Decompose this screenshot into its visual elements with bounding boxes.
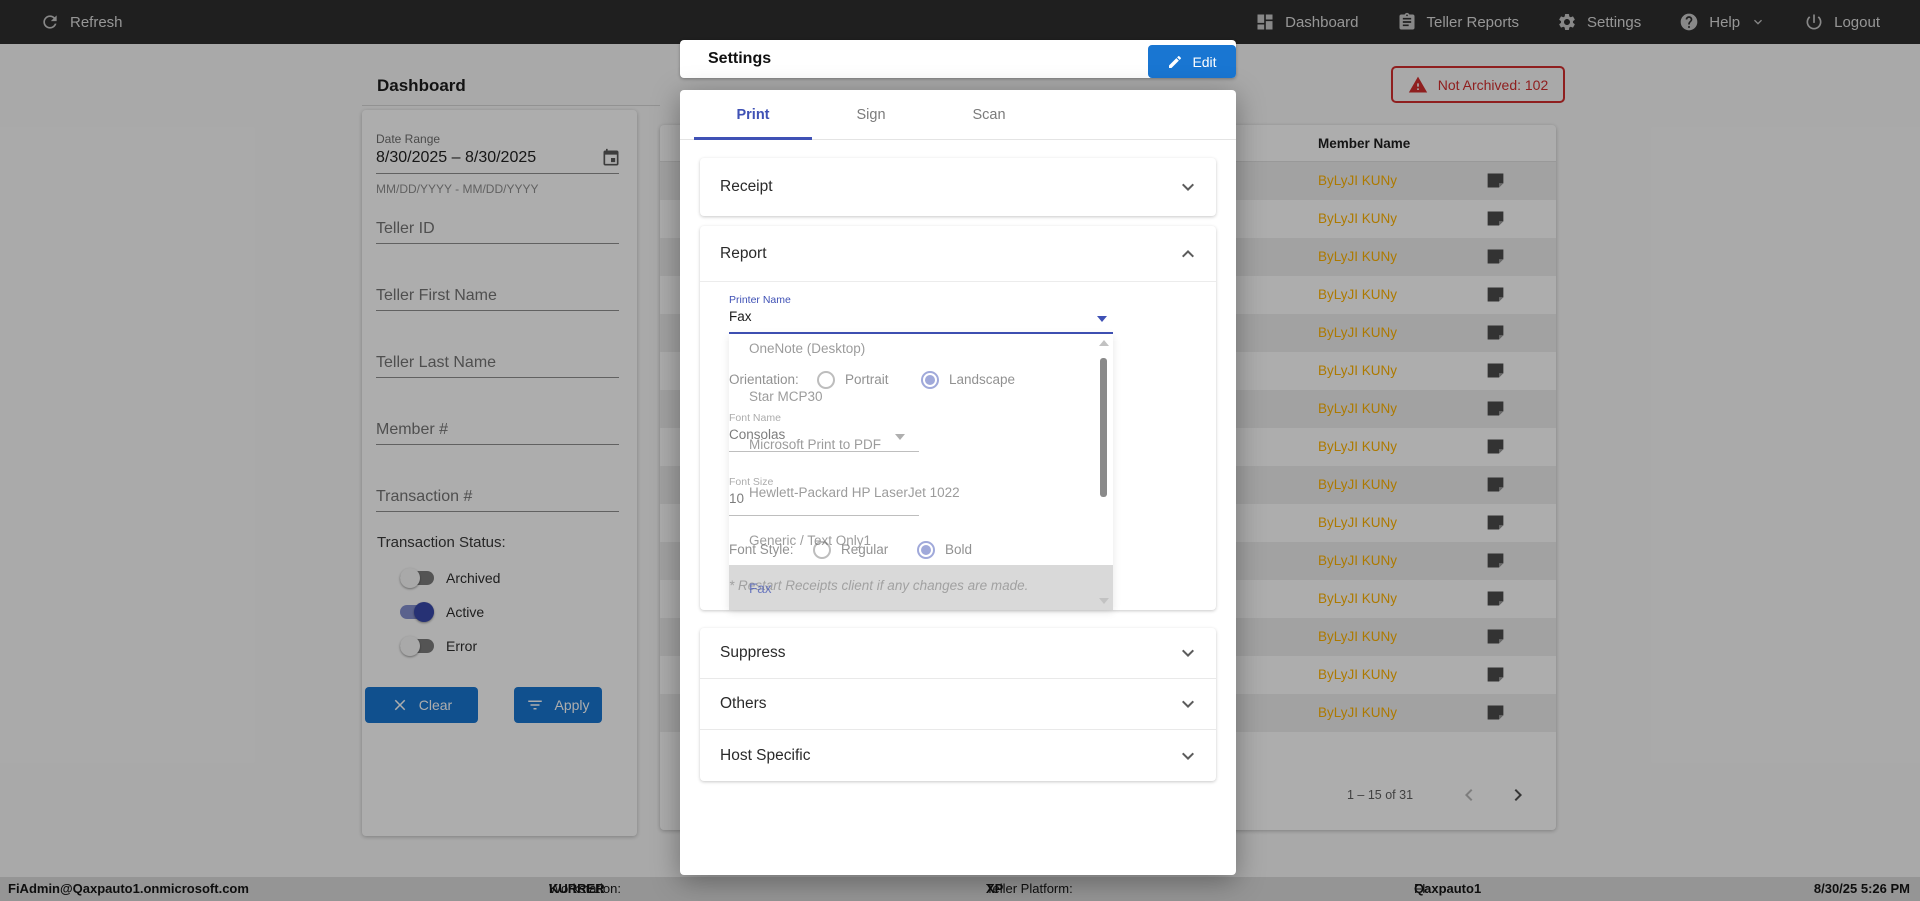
- settings-modal-body: Print Sign Scan Receipt Report Printer N…: [680, 90, 1236, 875]
- printer-option[interactable]: Fax: [729, 565, 1113, 610]
- scroll-down-icon[interactable]: [1099, 598, 1109, 604]
- scrollbar-thumb[interactable]: [1100, 358, 1107, 497]
- printer-name-label: Printer Name: [729, 294, 791, 306]
- tab-scan[interactable]: Scan: [930, 90, 1048, 140]
- printer-option[interactable]: Generic / Text Only1: [729, 517, 1113, 565]
- section-report-header[interactable]: Report: [700, 226, 1216, 282]
- dropdown-scrollbar[interactable]: [1097, 334, 1111, 610]
- tab-print[interactable]: Print: [694, 90, 812, 140]
- section-report-label: Report: [720, 244, 767, 262]
- tab-scan-label: Scan: [972, 107, 1006, 123]
- settings-modal: Settings Edit Print Sign Scan Receipt Re…: [680, 40, 1236, 875]
- section-host-specific-label: Host Specific: [720, 746, 811, 764]
- pencil-icon: [1167, 54, 1183, 70]
- printer-option[interactable]: Microsoft Print to PDF: [729, 421, 1113, 469]
- printer-name-select[interactable]: Printer Name Fax: [729, 294, 1113, 334]
- scroll-up-icon[interactable]: [1099, 340, 1109, 346]
- tab-sign[interactable]: Sign: [812, 90, 930, 140]
- section-report: Report Printer Name Fax Orientation: Por…: [700, 226, 1216, 610]
- printer-option[interactable]: Star MCP30: [729, 373, 1113, 421]
- section-suppress[interactable]: Suppress: [700, 628, 1216, 679]
- section-receipt[interactable]: Receipt: [700, 158, 1216, 216]
- modal-title: Settings: [708, 50, 772, 67]
- settings-tabs: Print Sign Scan: [680, 90, 1236, 140]
- select-caret-icon: [1097, 316, 1107, 322]
- edit-button[interactable]: Edit: [1148, 45, 1236, 78]
- chevron-down-icon: [1176, 641, 1200, 665]
- chevron-down-icon: [1176, 692, 1200, 716]
- section-host-specific[interactable]: Host Specific: [700, 730, 1216, 781]
- edit-button-label: Edit: [1192, 53, 1217, 70]
- printer-option[interactable]: Hewlett-Packard HP LaserJet 1022: [729, 469, 1113, 517]
- chevron-up-icon: [1176, 242, 1200, 266]
- section-receipt-label: Receipt: [720, 178, 773, 195]
- section-others[interactable]: Others: [700, 679, 1216, 730]
- printer-dropdown-list: OneNote (Desktop) Star MCP30 Microsoft Pri…: [729, 334, 1113, 610]
- section-others-label: Others: [720, 695, 767, 712]
- collapsed-sections: Suppress Others Host Specific: [700, 628, 1216, 781]
- settings-modal-header: Settings Edit: [680, 40, 1236, 78]
- chevron-down-icon: [1176, 744, 1200, 768]
- chevron-down-icon: [1176, 175, 1200, 199]
- printer-option[interactable]: OneNote (Desktop): [729, 334, 1113, 373]
- printer-name-value: Fax: [729, 309, 752, 324]
- tab-sign-label: Sign: [856, 107, 886, 123]
- tab-print-label: Print: [736, 107, 770, 123]
- section-suppress-label: Suppress: [720, 644, 786, 661]
